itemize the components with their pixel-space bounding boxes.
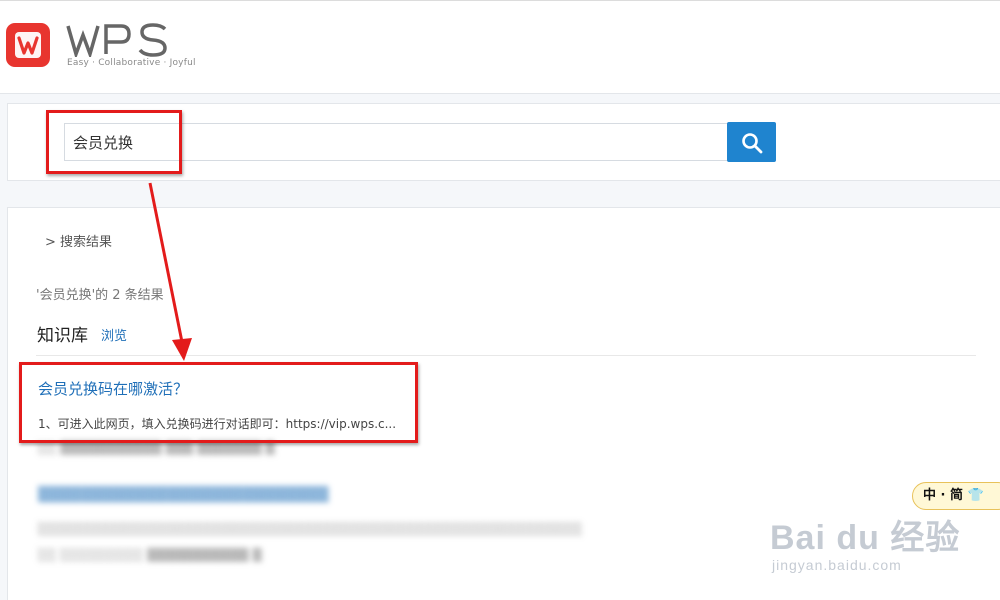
shirt-icon: 👕: [967, 488, 984, 503]
watermark-sub: jingyan.baidu.com: [772, 557, 902, 573]
ime-toolbar[interactable]: 中 · 简 👕: [912, 482, 1000, 510]
watermark-main: Bai du 经验: [770, 519, 961, 557]
baidu-watermark: Bai du 经验 jingyan.baidu.com: [770, 510, 960, 573]
ime-status: 中 · 简: [923, 488, 963, 503]
